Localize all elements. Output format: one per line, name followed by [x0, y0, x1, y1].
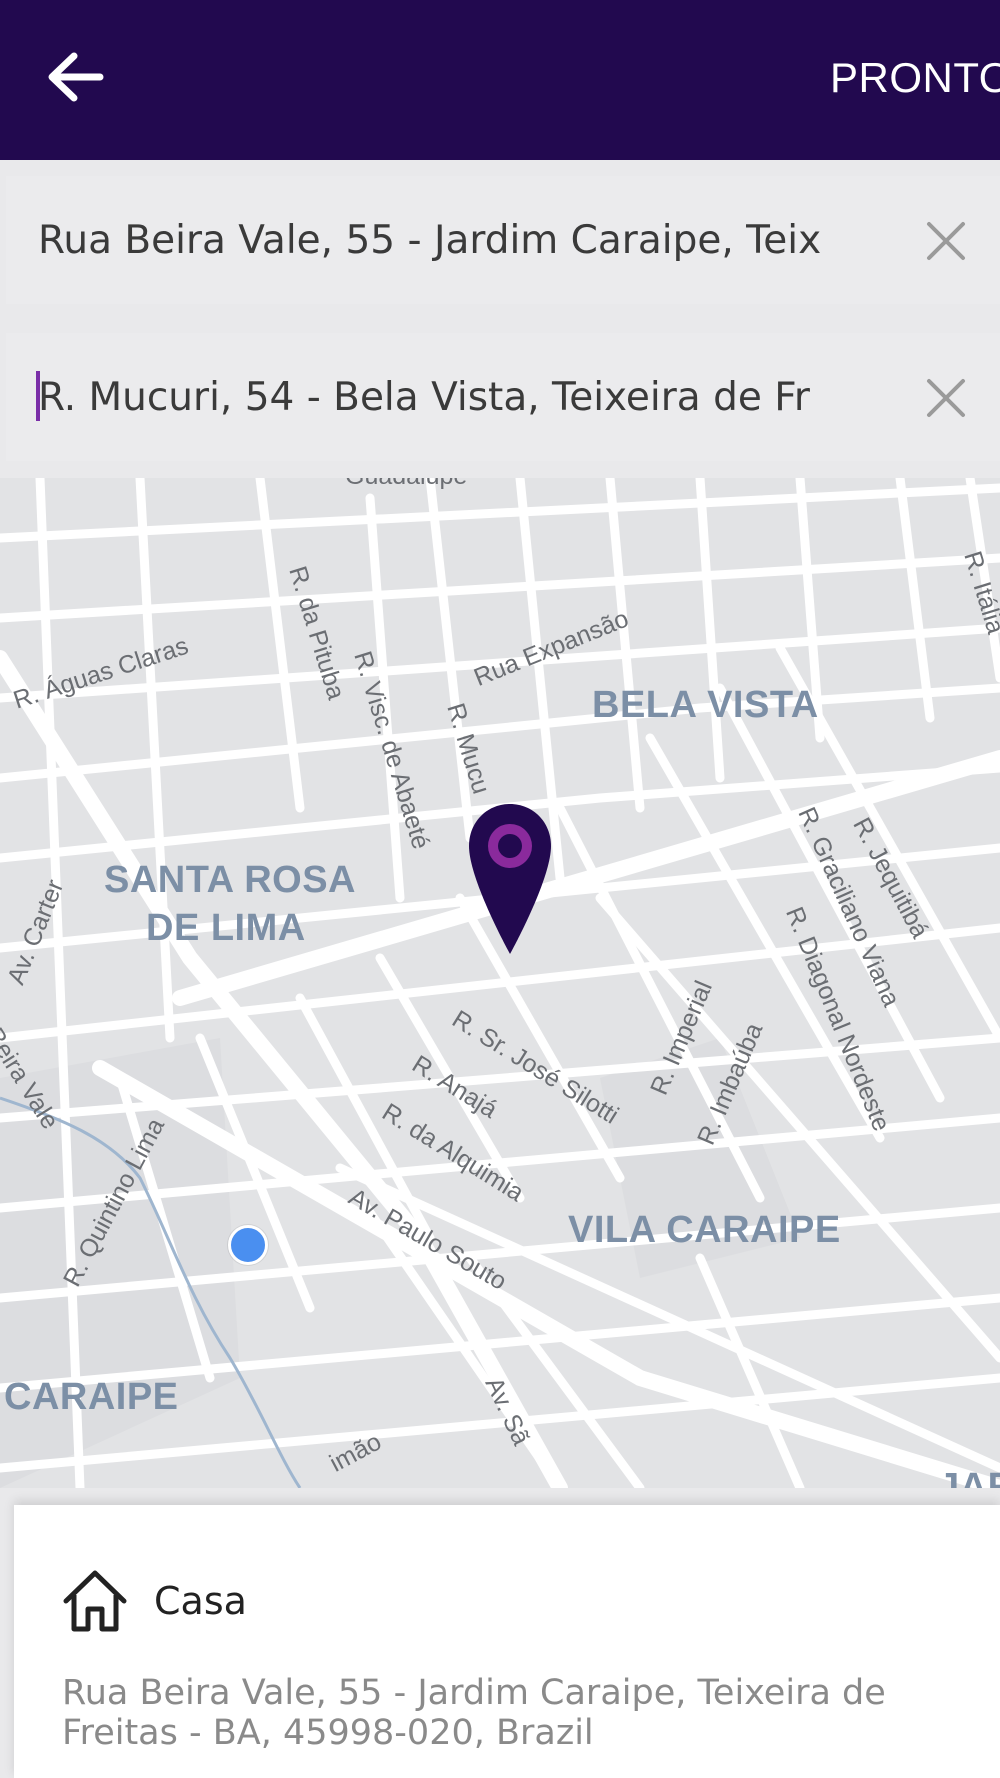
top-bar: PRONTO — [0, 0, 1000, 160]
saved-place-card[interactable]: Casa Rua Beira Vale, 55 - Jardim Caraipe… — [14, 1505, 1000, 1778]
neighborhood-label: JAR — [938, 1466, 1000, 1488]
pickup-field[interactable] — [6, 176, 1000, 304]
clear-pickup-button[interactable] — [911, 206, 981, 276]
destination-input[interactable] — [38, 363, 848, 431]
saved-place-name: Casa — [154, 1579, 247, 1623]
close-icon — [927, 379, 965, 417]
neighborhood-label: BELA VISTA — [592, 684, 819, 726]
street-network — [0, 478, 1000, 1488]
street-label: Guadalupe — [345, 478, 467, 491]
map-view[interactable]: BELA VISTA SANTA ROSA DE LIMA VILA CARAI… — [0, 478, 1000, 1488]
arrow-left-icon — [48, 52, 104, 102]
saved-place-address: Rua Beira Vale, 55 - Jardim Caraipe, Tei… — [62, 1673, 886, 1753]
neighborhood-label: DE LIMA — [146, 907, 306, 949]
pickup-input[interactable] — [38, 206, 848, 274]
neighborhood-label: SANTA ROSA — [104, 859, 356, 901]
home-icon — [63, 1570, 127, 1632]
back-button[interactable] — [40, 42, 110, 112]
neighborhood-label: VILA CARAIPE — [568, 1209, 841, 1251]
current-location-dot-icon — [228, 1225, 268, 1265]
neighborhood-label: CARAIPE — [4, 1376, 179, 1418]
close-icon — [927, 222, 965, 260]
map-pin-icon[interactable] — [465, 800, 555, 960]
done-button[interactable]: PRONTO — [830, 48, 1000, 108]
clear-destination-button[interactable] — [911, 363, 981, 433]
destination-field[interactable] — [6, 333, 1000, 461]
